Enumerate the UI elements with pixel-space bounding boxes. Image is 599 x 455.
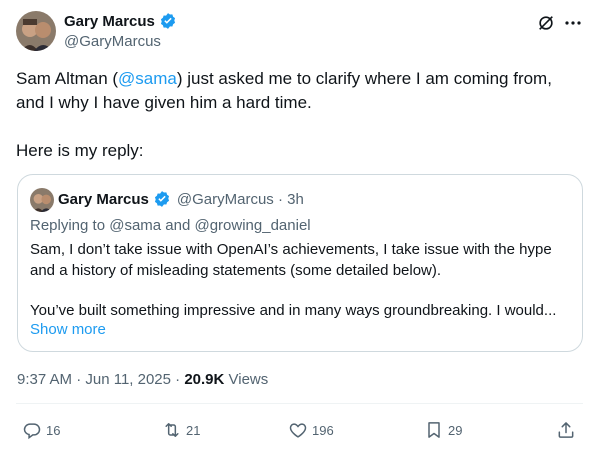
replying-to: Replying to @sama and @growing_daniel xyxy=(30,217,311,234)
verified-badge-icon xyxy=(159,12,177,30)
author-avatar[interactable] xyxy=(16,11,56,51)
quote-line-3: You’ve built something impressive and in… xyxy=(30,302,557,319)
grok-icon[interactable] xyxy=(537,14,555,32)
repost-icon xyxy=(165,423,179,437)
reply-button[interactable]: 16 xyxy=(22,420,60,440)
views-count: 20.9K xyxy=(184,371,225,388)
bookmark-icon xyxy=(428,422,440,438)
tweet-line-3: Here is my reply: xyxy=(16,141,144,160)
tweet-line-2: and I why I have given him a hard time. xyxy=(16,93,312,112)
more-options-icon[interactable] xyxy=(563,14,583,32)
like-button[interactable]: 196 xyxy=(288,420,334,440)
share-icon xyxy=(558,422,574,438)
verified-badge-icon xyxy=(153,190,171,208)
timestamp[interactable]: 9:37 AM · Jun 11, 2025 · xyxy=(17,371,184,388)
bookmark-count: 29 xyxy=(448,422,463,438)
quote-author-avatar xyxy=(30,188,54,212)
quote-handle-time: @GaryMarcus · 3h xyxy=(176,190,304,208)
share-button[interactable] xyxy=(556,420,576,440)
bookmark-button[interactable]: 29 xyxy=(424,420,462,440)
quote-author-row: Gary Marcus @GaryMarcus · 3h xyxy=(58,190,304,208)
tweet-text-segment: Sam Altman ( xyxy=(16,69,119,88)
quote-line-2: and a history of misleading statements (… xyxy=(30,262,442,279)
repost-count: 21 xyxy=(186,422,201,438)
quote-line-1: Sam, I don’t take issue with OpenAI’s ac… xyxy=(30,241,552,258)
timestamp-row: 9:37 AM · Jun 11, 2025 · 20.9K Views xyxy=(17,371,268,388)
tweet-text-segment: ) just asked me to clarify where I am co… xyxy=(176,69,552,88)
repost-button[interactable]: 21 xyxy=(162,420,200,440)
mention-link[interactable]: @sama xyxy=(118,69,177,88)
tweet-line-1: Sam Altman (@sama) just asked me to clar… xyxy=(16,67,582,91)
quote-body: Sam, I don’t take issue with OpenAI’s ac… xyxy=(30,239,574,321)
author-handle[interactable]: @GaryMarcus xyxy=(64,33,161,50)
show-more-link[interactable]: Show more xyxy=(30,321,106,338)
author-name[interactable]: Gary Marcus xyxy=(64,13,155,30)
heart-icon xyxy=(289,423,307,438)
reply-icon xyxy=(23,423,41,440)
action-bar: 16 21 196 29 xyxy=(0,416,599,450)
like-count: 196 xyxy=(312,422,334,438)
views-label: Views xyxy=(224,371,269,388)
quote-author-name: Gary Marcus xyxy=(58,190,149,208)
tweet-text: Sam Altman (@sama) just asked me to clar… xyxy=(16,67,582,163)
reply-count: 16 xyxy=(46,422,61,438)
quoted-tweet-card[interactable]: Gary Marcus @GaryMarcus · 3h Replying to… xyxy=(17,174,583,352)
divider xyxy=(16,403,583,404)
author-name-row[interactable]: Gary Marcus xyxy=(64,12,177,30)
